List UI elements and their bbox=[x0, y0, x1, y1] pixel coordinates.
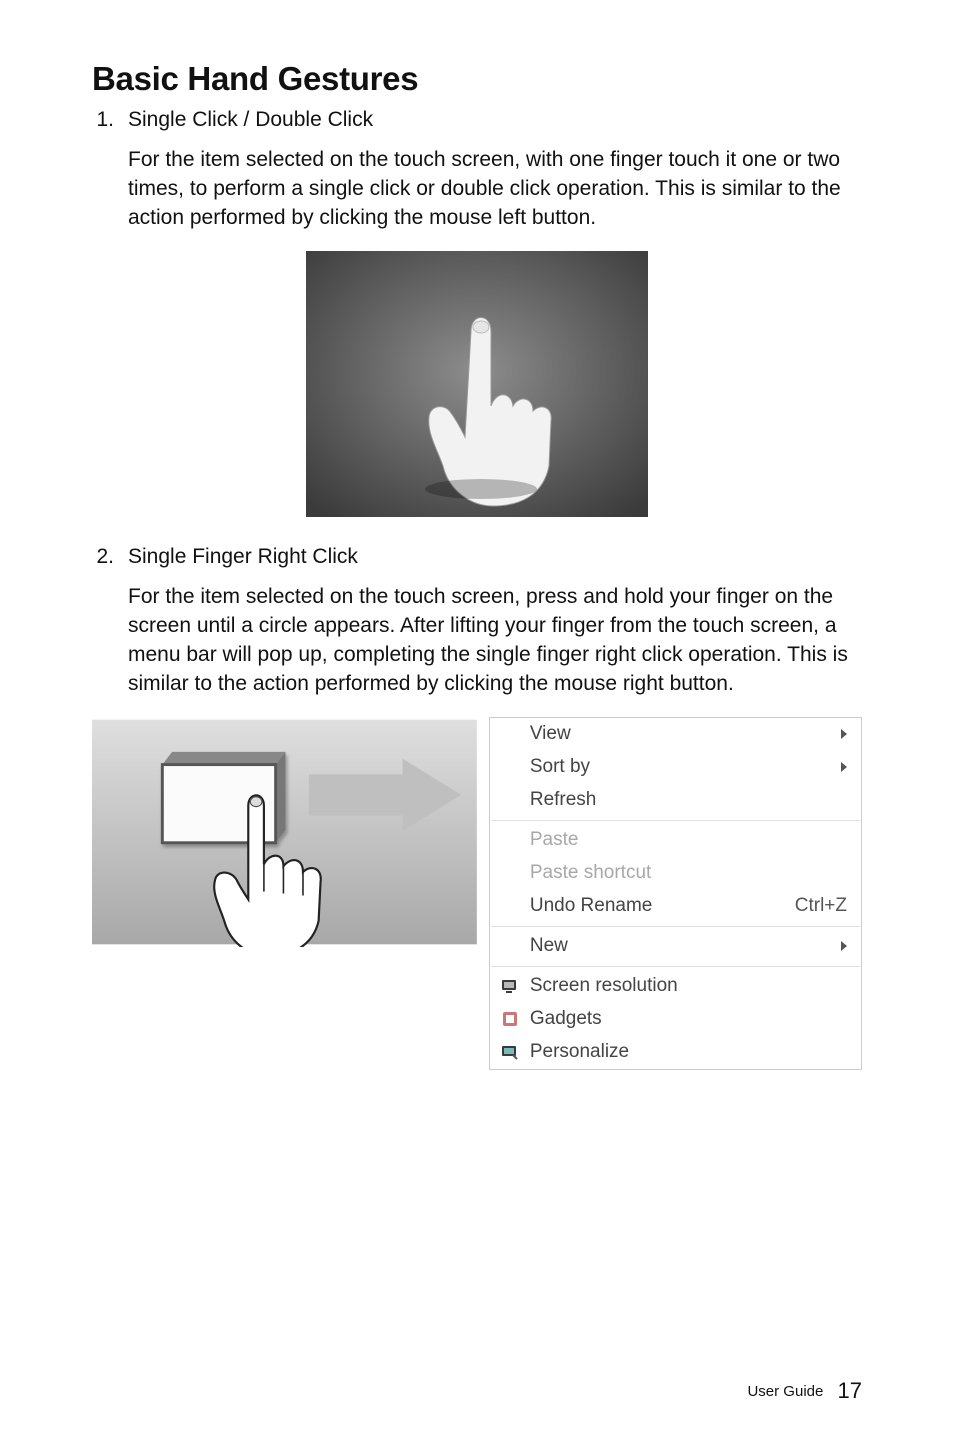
menu-label: Refresh bbox=[530, 789, 847, 811]
figure-long-press bbox=[92, 717, 477, 947]
page-footer: User Guide 17 bbox=[747, 1378, 862, 1404]
menu-label: Paste bbox=[530, 829, 847, 851]
menu-separator bbox=[491, 966, 860, 967]
menu-item-refresh[interactable]: Refresh bbox=[490, 784, 861, 817]
menu-item-undo-rename[interactable]: Undo Rename Ctrl+Z bbox=[490, 890, 861, 923]
menu-item-paste: Paste bbox=[490, 824, 861, 857]
list-item-2: 2. Single Finger Right Click For the ite… bbox=[92, 545, 862, 717]
menu-separator bbox=[491, 820, 860, 821]
menu-shortcut: Ctrl+Z bbox=[795, 895, 847, 917]
menu-label: Gadgets bbox=[530, 1008, 847, 1030]
menu-separator bbox=[491, 926, 860, 927]
page-number: 17 bbox=[838, 1378, 862, 1403]
menu-item-screen-resolution[interactable]: Screen resolution bbox=[490, 970, 861, 1003]
list-number: 1. bbox=[92, 108, 114, 251]
chevron-right-icon bbox=[841, 729, 847, 739]
list-number: 2. bbox=[92, 545, 114, 717]
footer-label: User Guide bbox=[747, 1383, 823, 1400]
list-title: Single Finger Right Click bbox=[128, 545, 862, 569]
list-item-1: 1. Single Click / Double Click For the i… bbox=[92, 108, 862, 251]
menu-label: View bbox=[530, 723, 847, 745]
menu-item-view[interactable]: View bbox=[490, 718, 861, 751]
menu-item-sort-by[interactable]: Sort by bbox=[490, 751, 861, 784]
desktop-context-menu: View Sort by Refresh Paste Paste shortcu… bbox=[489, 717, 862, 1070]
figure-single-tap bbox=[306, 251, 648, 517]
menu-item-new[interactable]: New bbox=[490, 930, 861, 963]
menu-label: Screen resolution bbox=[530, 975, 847, 997]
chevron-right-icon bbox=[841, 762, 847, 772]
menu-item-personalize[interactable]: Personalize bbox=[490, 1036, 861, 1069]
menu-label: Undo Rename bbox=[530, 895, 795, 917]
menu-label: New bbox=[530, 935, 847, 957]
gadgets-icon bbox=[500, 1009, 520, 1029]
personalize-icon bbox=[500, 1042, 520, 1062]
menu-label: Sort by bbox=[530, 756, 847, 778]
section-heading: Basic Hand Gestures bbox=[92, 60, 862, 98]
menu-label: Personalize bbox=[530, 1041, 847, 1063]
menu-item-gadgets[interactable]: Gadgets bbox=[490, 1003, 861, 1036]
menu-item-paste-shortcut: Paste shortcut bbox=[490, 857, 861, 890]
menu-label: Paste shortcut bbox=[530, 862, 847, 884]
chevron-right-icon bbox=[841, 941, 847, 951]
list-paragraph: For the item selected on the touch scree… bbox=[128, 146, 862, 233]
list-title: Single Click / Double Click bbox=[128, 108, 862, 132]
list-paragraph: For the item selected on the touch scree… bbox=[128, 583, 862, 699]
screen-resolution-icon bbox=[500, 976, 520, 996]
